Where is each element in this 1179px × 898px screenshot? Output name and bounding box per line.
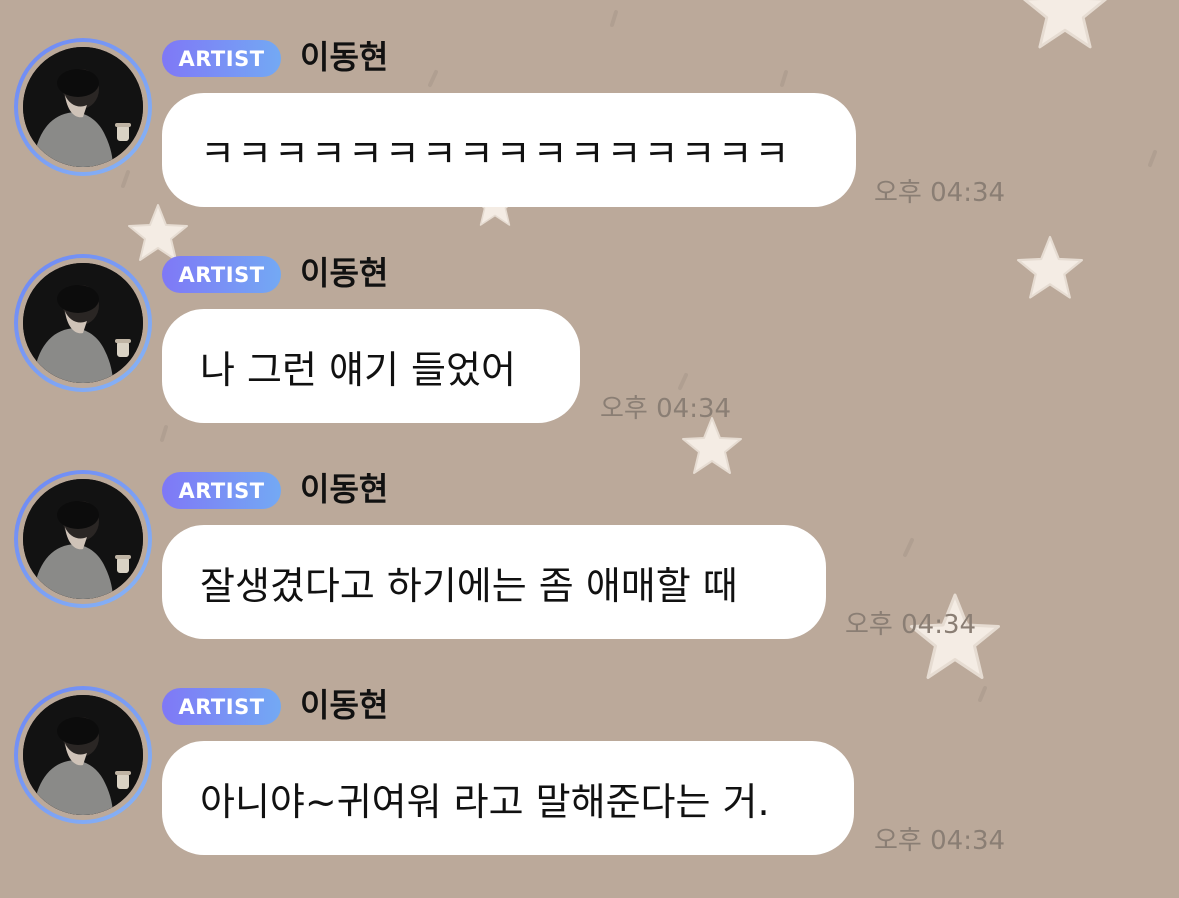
artist-badge: ARTIST [162,256,281,293]
artist-badge: ARTIST [162,472,281,509]
sender-name: 이동현 [300,686,389,724]
avatar[interactable] [14,470,152,608]
message-bubble[interactable]: ㅋㅋㅋㅋㅋㅋㅋㅋㅋㅋㅋㅋㅋㅋㅋㅋ [162,93,856,207]
message-timestamp: 오후 04:34 [874,178,1006,208]
avatar-photo [23,695,143,815]
avatar[interactable] [14,254,152,392]
message-timestamp: 오후 04:34 [600,394,732,424]
message-row: ARTIST 이동현 나 그런 얘기 들었어 오후 04:34 [0,216,1179,424]
avatar-photo [23,479,143,599]
sender-name: 이동현 [300,38,389,76]
message-bubble[interactable]: 나 그런 얘기 들었어 [162,309,580,423]
message-bubble[interactable]: 잘생겼다고 하기에는 좀 애매할 때 [162,525,826,639]
avatar[interactable] [14,38,152,176]
sender-name: 이동현 [300,470,389,508]
message-row: ARTIST 이동현 아니야~귀여워 라고 말해준다는 거. 오후 04:34 [0,648,1179,856]
message-timestamp: 오후 04:34 [845,610,977,640]
message-bubble[interactable]: 아니야~귀여워 라고 말해준다는 거. [162,741,854,855]
sender-name: 이동현 [300,254,389,292]
message-timestamp: 오후 04:34 [874,826,1006,856]
message-row: ARTIST 이동현 잘생겼다고 하기에는 좀 애매할 때 오후 04:34 [0,432,1179,640]
avatar-photo [23,47,143,167]
message-row: ARTIST 이동현 ㅋㅋㅋㅋㅋㅋㅋㅋㅋㅋㅋㅋㅋㅋㅋㅋ 오후 04:34 [0,0,1179,208]
avatar-photo [23,263,143,383]
artist-badge: ARTIST [162,688,281,725]
avatar[interactable] [14,686,152,824]
chat-message-list[interactable]: ARTIST 이동현 ㅋㅋㅋㅋㅋㅋㅋㅋㅋㅋㅋㅋㅋㅋㅋㅋ 오후 04:34 ART… [0,0,1179,898]
artist-badge: ARTIST [162,40,281,77]
